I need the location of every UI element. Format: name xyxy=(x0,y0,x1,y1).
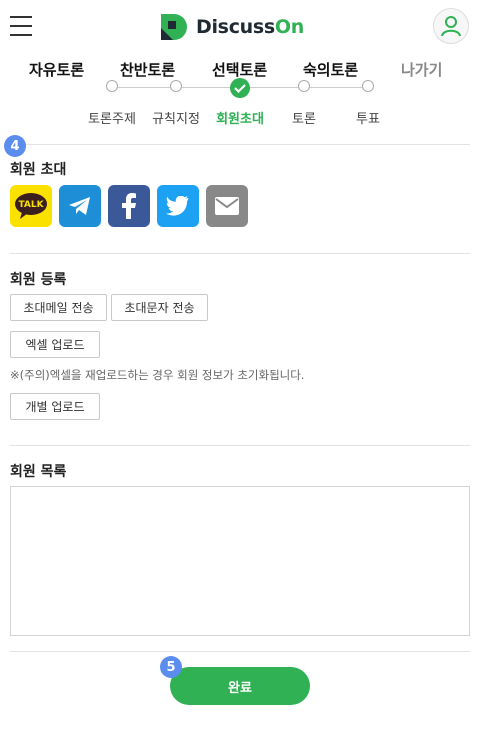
step-badge: 5 xyxy=(160,656,182,678)
send-invite-sms-button[interactable]: 초대문자 전송 xyxy=(111,294,208,321)
invite-section-title: 회원 초대 xyxy=(10,162,67,178)
step-label: 토론주제 xyxy=(88,112,136,127)
nav-deliberative-debate[interactable]: 숙의토론 xyxy=(303,59,358,80)
member-list-box[interactable] xyxy=(10,486,470,636)
excel-upload-button[interactable]: 엑셀 업로드 xyxy=(10,331,100,358)
divider xyxy=(10,651,470,652)
step-label: 투표 xyxy=(356,112,380,127)
nav-pro-con-debate[interactable]: 찬반토론 xyxy=(120,59,175,80)
user-icon xyxy=(441,16,461,37)
step-dot xyxy=(170,80,182,92)
nav-choice-debate[interactable]: 선택토론 xyxy=(212,59,267,80)
logo-mark-icon xyxy=(161,14,187,40)
register-section-title: 회원 등록 xyxy=(10,272,67,288)
send-invite-email-button[interactable]: 초대메일 전송 xyxy=(10,294,107,321)
member-list-title: 회원 목록 xyxy=(10,464,67,480)
telegram-icon xyxy=(69,197,90,215)
user-profile-button[interactable] xyxy=(433,8,469,44)
nav-free-debate[interactable]: 자유토론 xyxy=(29,59,84,80)
facebook-share-button[interactable] xyxy=(108,185,150,227)
check-icon xyxy=(230,78,250,98)
telegram-share-button[interactable] xyxy=(59,185,101,227)
app-header: DiscussOn xyxy=(0,0,480,54)
divider xyxy=(10,253,470,254)
nav-exit[interactable]: 나가기 xyxy=(401,59,442,80)
facebook-icon xyxy=(122,193,136,219)
step-label: 토론 xyxy=(292,112,316,127)
share-buttons: TALK xyxy=(10,185,255,227)
kakao-share-button[interactable]: TALK xyxy=(10,185,52,227)
menu-icon[interactable] xyxy=(10,16,32,36)
logo-text: DiscussOn xyxy=(196,16,304,38)
excel-reupload-notice: ※(주의)엑셀을 재업로드하는 경우 회원 정보가 초기화됩니다. xyxy=(10,368,305,382)
step-dot xyxy=(298,80,310,92)
twitter-icon xyxy=(166,196,189,216)
step-dot xyxy=(106,80,118,92)
step-badge: 4 xyxy=(4,135,26,157)
mail-icon xyxy=(215,197,239,215)
twitter-share-button[interactable] xyxy=(157,185,199,227)
step-label: 규칙지정 xyxy=(152,112,200,127)
step-label: 회원초대 xyxy=(216,112,264,127)
kakao-talk-text: TALK xyxy=(18,199,44,210)
complete-button[interactable]: 완료 xyxy=(170,667,310,705)
logo[interactable]: DiscussOn xyxy=(159,12,304,42)
divider xyxy=(10,144,470,145)
email-share-button[interactable] xyxy=(206,185,248,227)
divider xyxy=(10,445,470,446)
single-upload-button[interactable]: 개별 업로드 xyxy=(10,393,100,420)
step-dot xyxy=(362,80,374,92)
progress-stepper: 토론주제 규칙지정 회원초대 토론 투표 xyxy=(0,78,480,144)
